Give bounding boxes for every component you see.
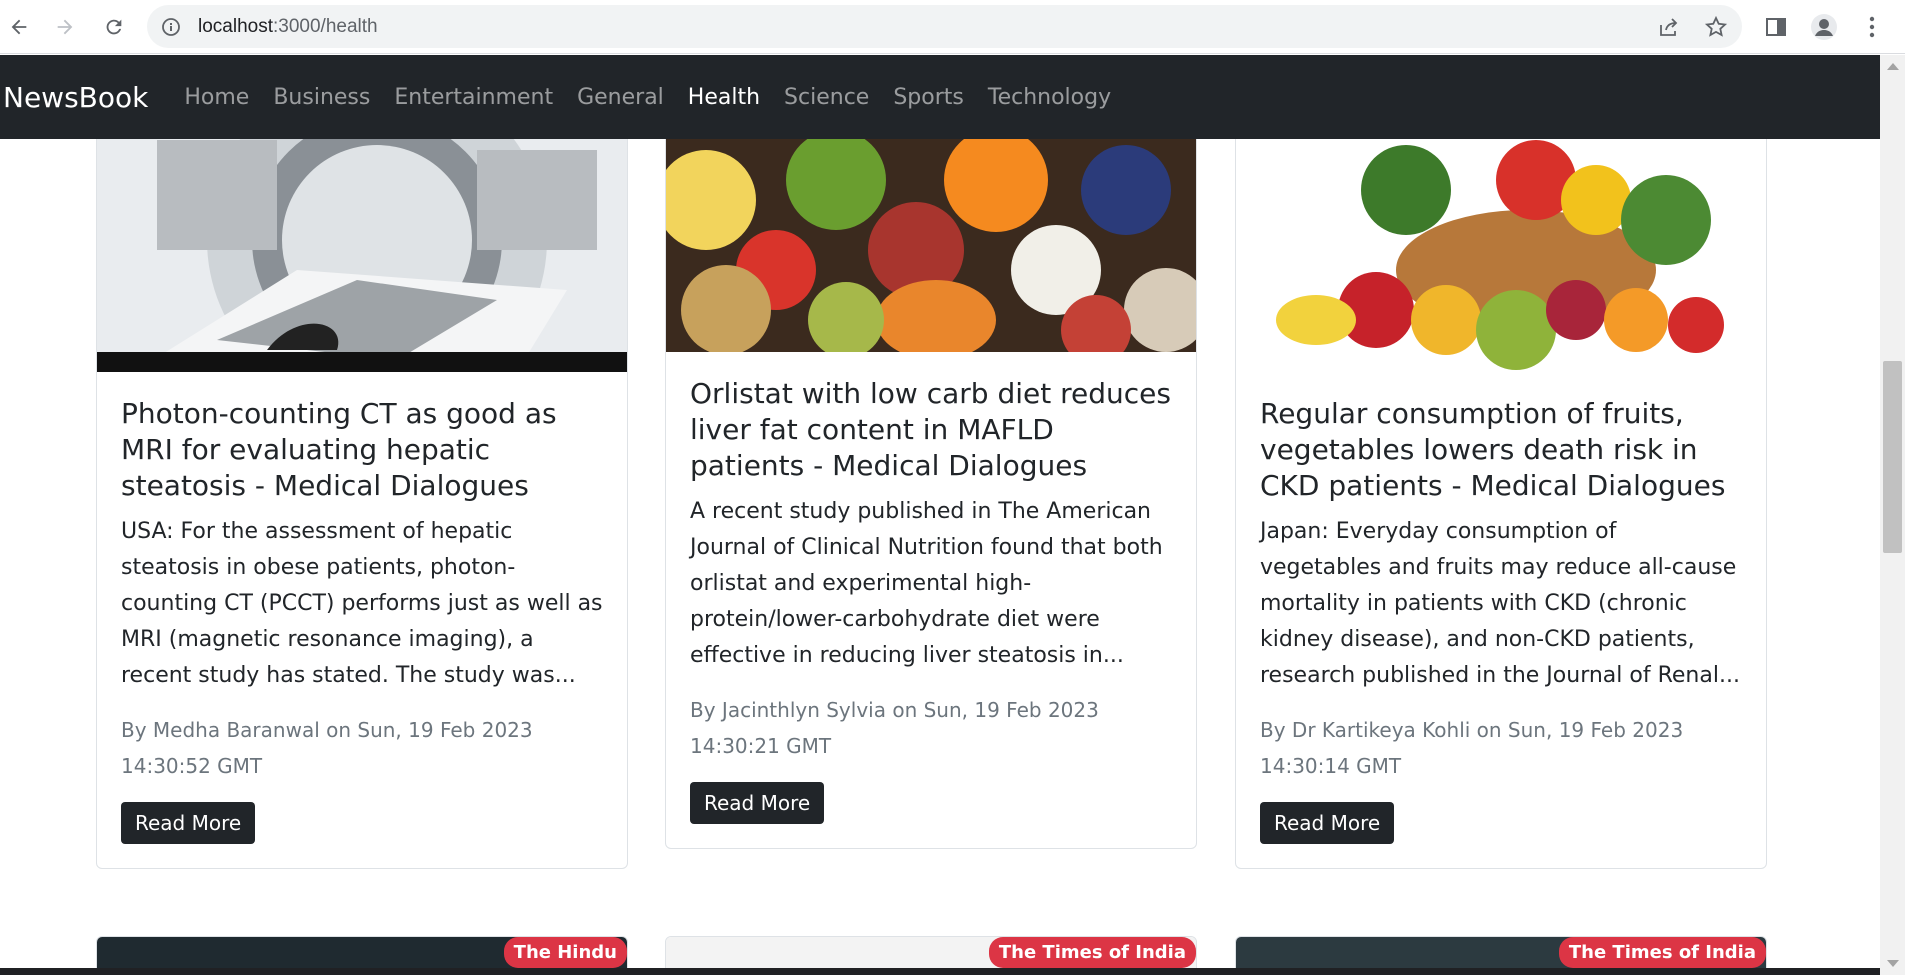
top-navbar: NewsBook Home Business Entertainment Gen… bbox=[0, 55, 1880, 139]
card-description: A recent study published in The American… bbox=[690, 499, 1163, 668]
nav-link-health[interactable]: Health bbox=[688, 85, 760, 110]
card-byline: By Dr Kartikeya Kohli on Sun, 19 Feb 202… bbox=[1260, 718, 1684, 778]
news-card: Orlistat with low carb diet reduces live… bbox=[665, 139, 1197, 849]
profile-avatar-icon[interactable] bbox=[1809, 12, 1839, 42]
news-card: Photon-counting CT as good as MRI for ev… bbox=[96, 139, 628, 869]
nav-link-general[interactable]: General bbox=[577, 85, 664, 110]
scroll-up-arrow-icon[interactable] bbox=[1887, 63, 1899, 70]
url-text: localhost:3000/health bbox=[198, 16, 378, 37]
card-title[interactable]: Orlistat with low carb diet reduces live… bbox=[690, 376, 1172, 484]
read-more-button[interactable]: Read More bbox=[1260, 802, 1395, 844]
site-info-icon[interactable] bbox=[161, 17, 181, 41]
source-badge: The Hindu bbox=[503, 937, 627, 968]
news-card: Regular consumption of fruits, vegetable… bbox=[1235, 139, 1767, 869]
source-badge: The Times of India bbox=[988, 937, 1196, 968]
nav-link-sports[interactable]: Sports bbox=[893, 85, 964, 110]
nav-link-technology[interactable]: Technology bbox=[988, 85, 1111, 110]
read-more-button[interactable]: Read More bbox=[121, 802, 256, 844]
scrollbar-thumb[interactable] bbox=[1883, 361, 1902, 553]
scroll-down-arrow-icon[interactable] bbox=[1887, 960, 1899, 967]
card-description: USA: For the assessment of hepatic steat… bbox=[121, 519, 603, 688]
nav-link-science[interactable]: Science bbox=[784, 85, 869, 110]
address-bar[interactable]: localhost:3000/health bbox=[147, 5, 1742, 48]
card-byline: By Jacinthlyn Sylvia on Sun, 19 Feb 2023… bbox=[690, 698, 1099, 758]
vegetable-basket-image bbox=[1236, 139, 1766, 372]
vertical-scrollbar[interactable] bbox=[1880, 55, 1905, 975]
card-title[interactable]: Regular consumption of fruits, vegetable… bbox=[1260, 396, 1742, 504]
forward-arrow-icon[interactable] bbox=[48, 10, 82, 44]
card-description: Japan: Everyday consumption of vegetable… bbox=[1260, 519, 1740, 688]
reload-icon[interactable] bbox=[97, 10, 131, 44]
read-more-button[interactable]: Read More bbox=[690, 782, 825, 824]
news-grid: Photon-counting CT as good as MRI for ev… bbox=[0, 139, 1880, 975]
nav-link-entertainment[interactable]: Entertainment bbox=[394, 85, 553, 110]
nav-link-home[interactable]: Home bbox=[184, 85, 249, 110]
kebab-menu-icon[interactable] bbox=[1857, 12, 1887, 42]
back-arrow-icon[interactable] bbox=[2, 10, 36, 44]
ct-scanner-image bbox=[97, 139, 627, 372]
nav-link-business[interactable]: Business bbox=[273, 85, 370, 110]
share-icon[interactable] bbox=[1657, 15, 1681, 39]
browser-toolbar: localhost:3000/health bbox=[0, 0, 1905, 54]
bookmark-star-icon[interactable] bbox=[1704, 15, 1728, 39]
horizontal-scrollbar[interactable] bbox=[0, 968, 1880, 975]
fruits-grains-image bbox=[666, 139, 1196, 352]
card-title[interactable]: Photon-counting CT as good as MRI for ev… bbox=[121, 396, 603, 504]
source-badge: The Times of India bbox=[1558, 937, 1766, 968]
side-panel-icon[interactable] bbox=[1761, 12, 1791, 42]
brand-logo[interactable]: NewsBook bbox=[3, 81, 148, 114]
card-byline: By Medha Baranwal on Sun, 19 Feb 2023 14… bbox=[121, 718, 533, 778]
